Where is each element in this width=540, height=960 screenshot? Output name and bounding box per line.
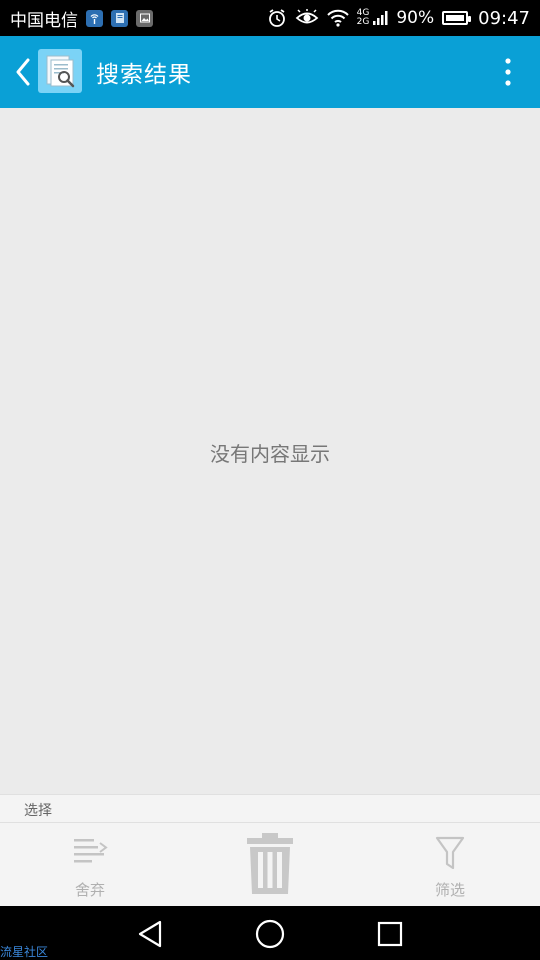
status-bar-right: 4G 2G 90% 09:47 [267, 0, 530, 36]
document-search-icon [46, 55, 75, 88]
more-vertical-icon [505, 58, 511, 86]
battery-percent: 90% [396, 8, 435, 28]
back-button[interactable] [10, 54, 36, 90]
battery-icon [442, 11, 472, 25]
overflow-menu-button[interactable] [498, 54, 518, 90]
selection-label: 选择 [24, 803, 52, 819]
eye-icon [295, 9, 318, 24]
alarm-icon [268, 9, 285, 27]
trash-icon [247, 833, 293, 894]
app-logo [38, 49, 82, 93]
discard-label: 舍弃 [74, 881, 105, 899]
status-time: 09:47 [478, 7, 530, 29]
circle-home-icon [255, 919, 285, 949]
square-recents-icon [377, 921, 403, 947]
system-navigation-bar: 流星社区 [0, 906, 540, 960]
search-results-area[interactable]: 没有内容显示 [0, 108, 540, 794]
signal-icon [373, 11, 388, 25]
app-bar: 搜索结果 [0, 36, 540, 108]
watermark-text: 流星社区 [0, 945, 49, 959]
discard-button[interactable]: 舍弃 [10, 823, 170, 907]
bottom-toolbar: 舍弃 筛选 [0, 822, 540, 906]
filter-label: 筛选 [434, 881, 465, 899]
network-lower-label: 2G [356, 17, 370, 27]
wifi-hotspot-icon [86, 9, 103, 27]
nav-recents-button[interactable] [372, 916, 408, 952]
status-bar-left: 中国电信 [10, 0, 153, 36]
delete-button[interactable] [190, 823, 350, 907]
image-notification-icon [136, 9, 153, 27]
triangle-back-icon [138, 920, 162, 948]
nav-home-button[interactable] [252, 916, 288, 952]
discard-icon [74, 839, 108, 863]
carrier-name: 中国电信 [10, 10, 78, 31]
signal-group: 4G 2G [357, 9, 389, 27]
filter-icon [435, 836, 465, 870]
page-title: 搜索结果 [96, 62, 192, 88]
app-notification-icon [111, 9, 128, 27]
nav-back-button[interactable] [132, 916, 168, 952]
chevron-left-icon [16, 58, 30, 86]
wifi-icon [326, 9, 349, 27]
status-bar: 中国电信 4G 2G 90% 09:47 [0, 0, 540, 36]
network-type: 4G 2G [357, 9, 370, 27]
filter-button[interactable]: 筛选 [370, 823, 530, 907]
selection-strip: 选择 [0, 794, 540, 822]
empty-state-message: 没有内容显示 [210, 442, 330, 466]
